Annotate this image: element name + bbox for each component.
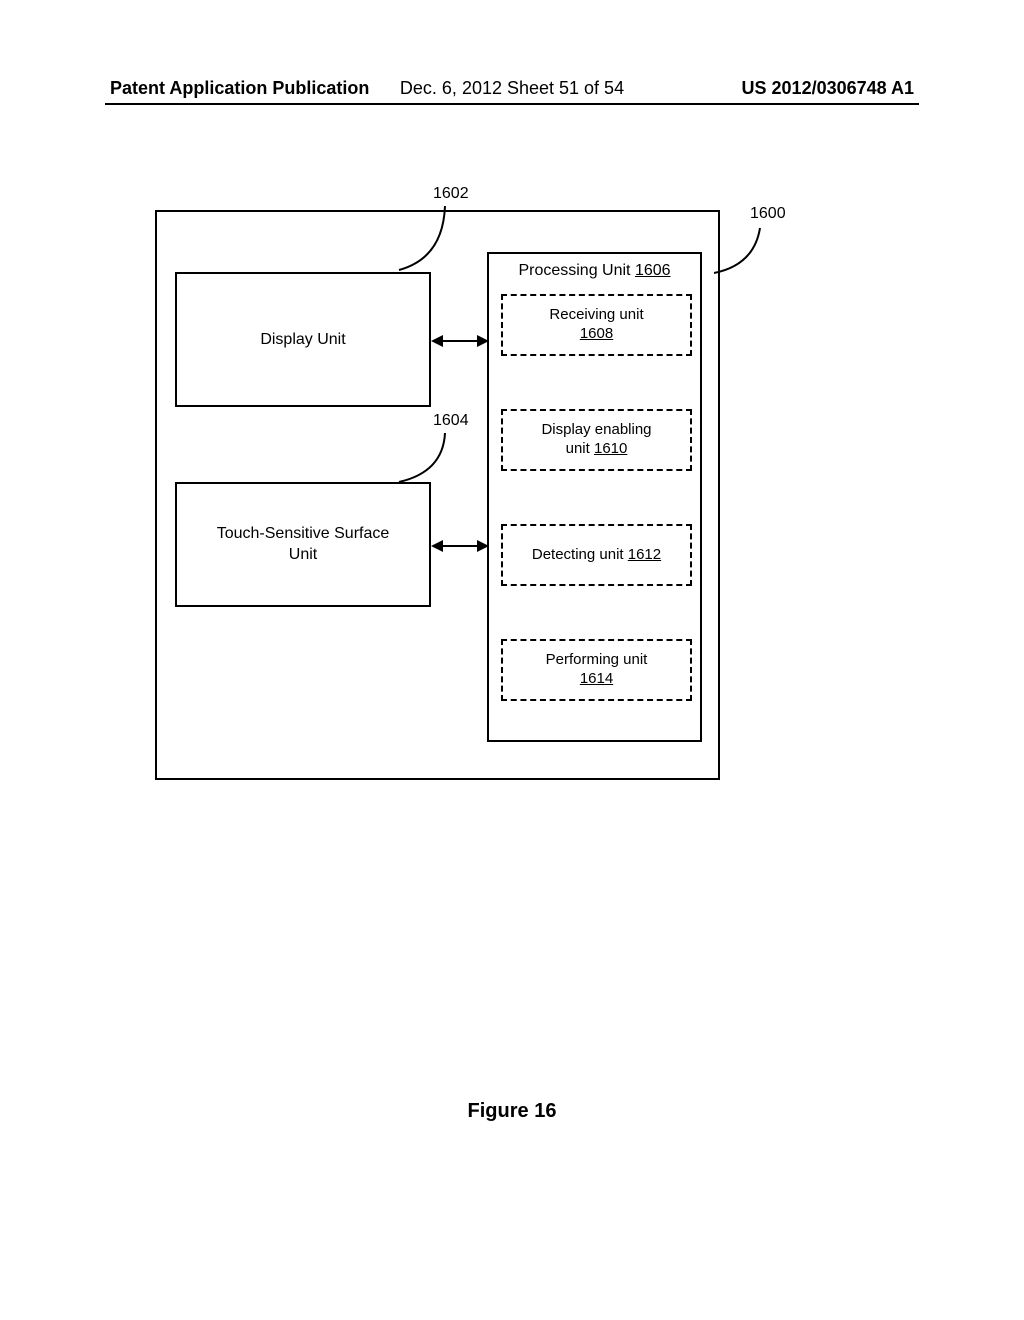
performing-unit-box: Performing unit 1614 [501, 639, 692, 701]
callout-1604-label: 1604 [433, 412, 469, 430]
receiving-unit-box: Receiving unit 1608 [501, 294, 692, 356]
receiving-unit-num: 1608 [580, 325, 613, 344]
display-unit-label: Display Unit [260, 331, 345, 349]
receiving-unit-label: Receiving unit [549, 306, 643, 325]
processing-unit-title: Processing Unit 1606 [489, 262, 700, 280]
performing-unit-label: Performing unit [546, 651, 648, 670]
touch-unit-label: Touch-Sensitive Surface Unit [217, 524, 390, 566]
processing-unit-box: Processing Unit 1606 Receiving unit 1608… [487, 252, 702, 742]
detecting-unit-num: 1612 [628, 546, 661, 563]
arrow-touch-to-processing [433, 545, 487, 547]
detecting-unit-box: Detecting unit 1612 [501, 524, 692, 586]
header-rule [105, 103, 919, 105]
callout-1600-label: 1600 [750, 205, 786, 223]
touch-sensitive-surface-unit-box: Touch-Sensitive Surface Unit [175, 482, 431, 607]
display-unit-box: Display Unit [175, 272, 431, 407]
display-enabling-unit-box: Display enabling unit 1610 [501, 409, 692, 471]
page: Patent Application Publication Dec. 6, 2… [0, 0, 1024, 1320]
display-enabling-unit-label: Display enabling unit 1610 [541, 421, 651, 459]
diagram: Display Unit Touch-Sensitive Surface Uni… [155, 185, 755, 785]
performing-unit-num: 1614 [580, 670, 613, 689]
processing-unit-num: 1606 [635, 262, 671, 279]
arrow-display-to-processing [433, 340, 487, 342]
device-box: Display Unit Touch-Sensitive Surface Uni… [155, 210, 720, 780]
figure-caption: Figure 16 [0, 1100, 1024, 1123]
callout-1602-label: 1602 [433, 185, 469, 203]
header-center: Dec. 6, 2012 Sheet 51 of 54 [400, 78, 624, 99]
display-enabling-unit-num: 1610 [594, 440, 627, 457]
processing-unit-label: Processing Unit [518, 262, 635, 279]
header-right: US 2012/0306748 A1 [742, 78, 914, 99]
detecting-unit-label: Detecting unit 1612 [532, 546, 661, 565]
header-left: Patent Application Publication [110, 78, 369, 99]
